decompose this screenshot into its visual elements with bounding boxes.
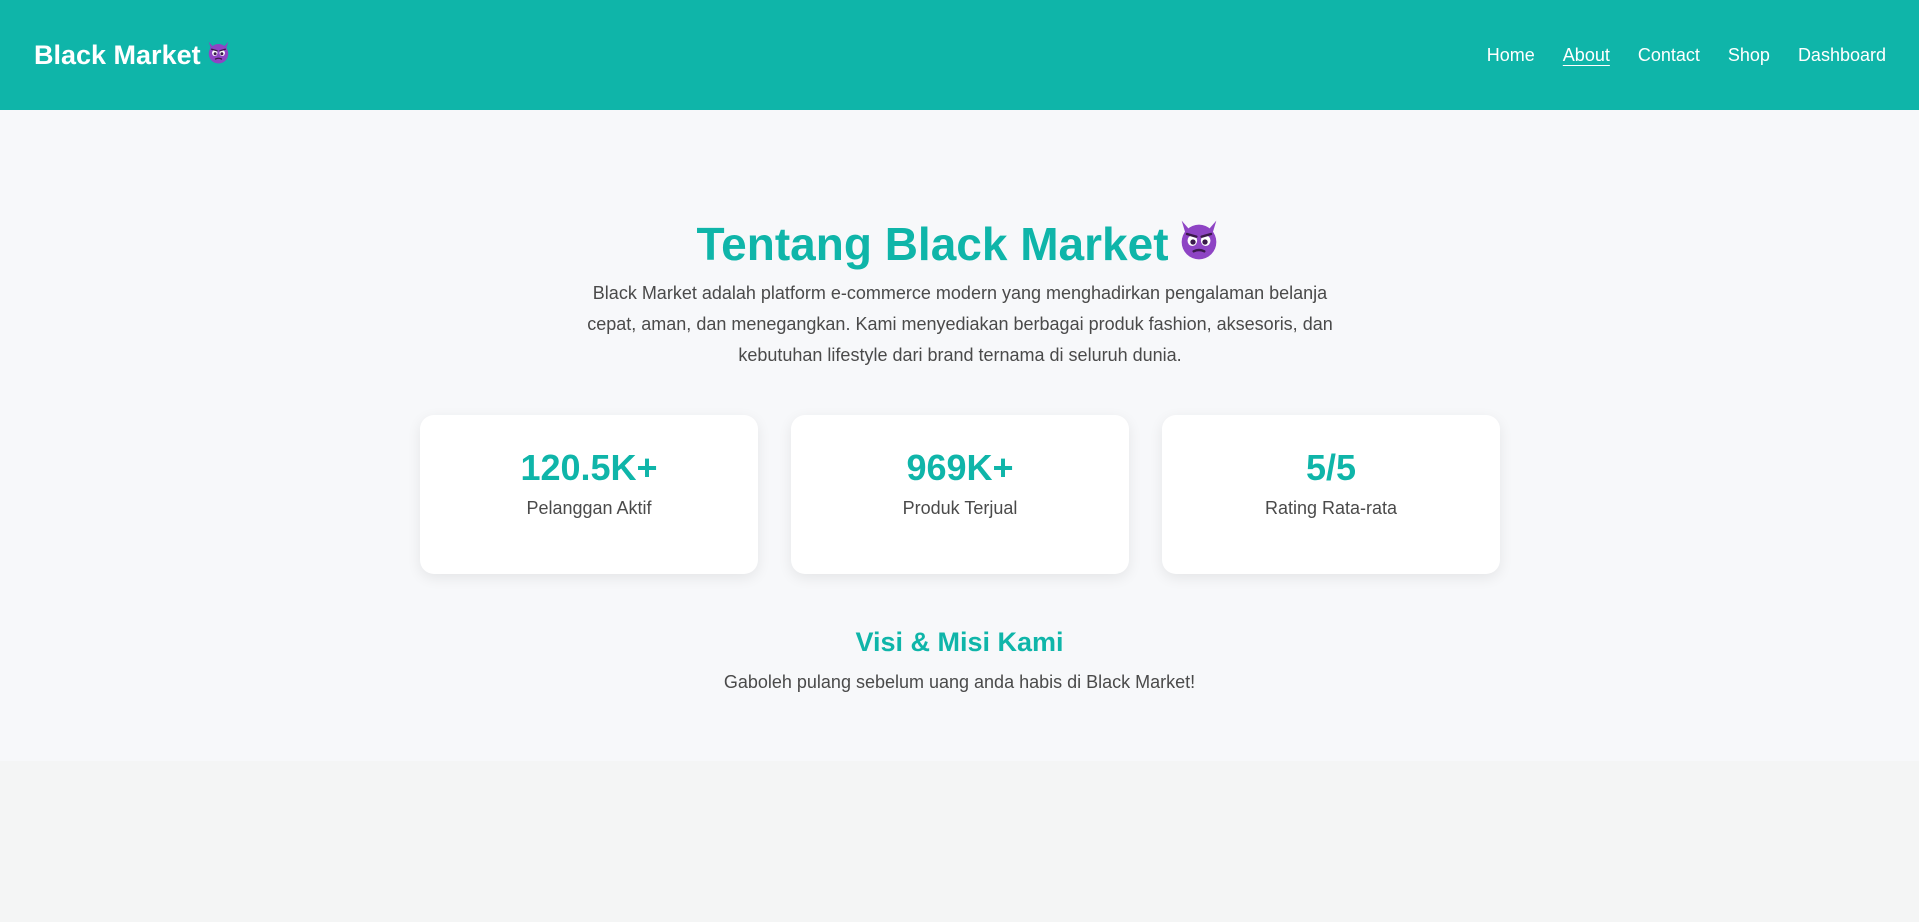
- stat-card-customers: 120.5K+ Pelanggan Aktif: [420, 415, 758, 574]
- stat-label: Rating Rata-rata: [1264, 498, 1398, 518]
- devil-icon: [1175, 214, 1223, 274]
- nav-contact-link[interactable]: Contact: [1638, 45, 1700, 66]
- devil-icon: [205, 38, 232, 72]
- vision-title: Visi & Misi Kami: [855, 627, 1064, 657]
- brand-logo[interactable]: Black Market: [34, 38, 232, 72]
- nav-home-link[interactable]: Home: [1487, 45, 1535, 66]
- about-section: Tentang Black Market Black Market adalah…: [0, 110, 1919, 761]
- stat-card-rating: 5/5 Rating Rata-rata: [1162, 415, 1500, 574]
- stat-label: Pelanggan Aktif: [526, 498, 652, 518]
- about-description: Black Market adalah platform e-commerce …: [587, 283, 1333, 365]
- stat-label: Produk Terjual: [902, 498, 1018, 518]
- stat-value: 969K+: [906, 447, 1014, 488]
- stat-value: 120.5K+: [520, 447, 658, 488]
- brand-name: Black Market: [34, 39, 201, 70]
- stats-row: 120.5K+ Pelanggan Aktif 969K+ Produk Ter…: [420, 415, 1500, 574]
- page-title-text: Tentang Black Market: [696, 218, 1169, 270]
- vision-text: Gaboleh pulang sebelum uang anda habis d…: [723, 672, 1196, 692]
- stat-value: 5/5: [1305, 447, 1357, 488]
- stat-card-products-sold: 969K+ Produk Terjual: [791, 415, 1129, 574]
- page-title: Tentang Black Market: [0, 214, 1919, 274]
- nav-dashboard-link[interactable]: Dashboard: [1798, 45, 1886, 66]
- nav-shop-link[interactable]: Shop: [1728, 45, 1770, 66]
- nav-links: Home About Contact Shop Dashboard: [1487, 45, 1886, 66]
- navbar: Black Market Home About Contact Shop Das…: [0, 0, 1919, 110]
- nav-about-link[interactable]: About: [1563, 45, 1610, 66]
